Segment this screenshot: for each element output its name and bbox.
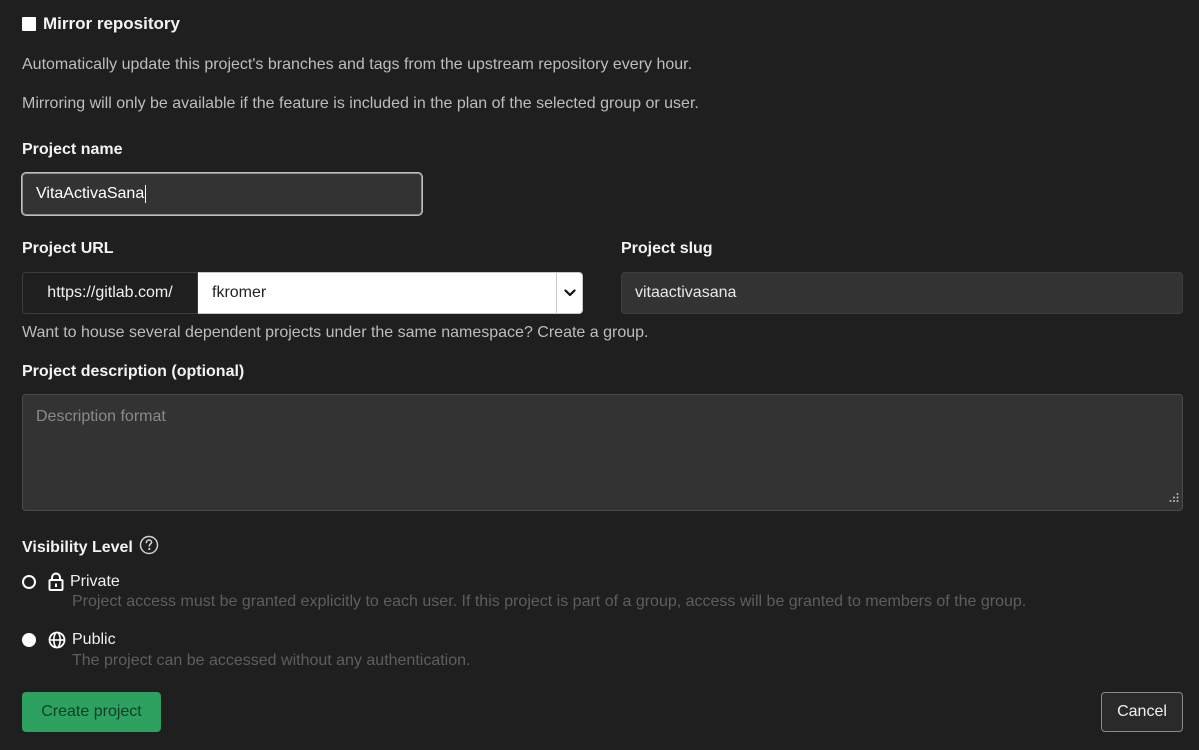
mirror-plan-note: Mirroring will only be available if the … xyxy=(22,95,699,112)
create-group-hint: Want to house several dependent projects… xyxy=(22,324,649,341)
chevron-down-icon[interactable] xyxy=(556,273,582,313)
project-name-label: Project name xyxy=(22,141,123,158)
visibility-option-public[interactable]: Public xyxy=(22,631,116,649)
mirror-help-text: Automatically update this project's bran… xyxy=(22,56,693,73)
project-slug-value: vitaactivasana xyxy=(635,284,737,301)
new-project-form: Mirror repository Automatically update t… xyxy=(0,0,1199,750)
create-project-button[interactable]: Create project xyxy=(22,692,161,732)
url-prefix: https://gitlab.com/ xyxy=(22,272,198,314)
private-radio[interactable] xyxy=(22,574,36,589)
description-placeholder: Description format xyxy=(36,408,166,425)
private-help-text: Project access must be granted explicitl… xyxy=(72,593,1027,610)
mirror-repository-row[interactable]: Mirror repository xyxy=(22,14,180,34)
project-url-group: https://gitlab.com/ fkromer xyxy=(22,272,583,314)
project-url-label: Project URL xyxy=(22,240,114,257)
mirror-repository-label: Mirror repository xyxy=(43,14,180,33)
private-label: Private xyxy=(70,572,120,590)
mirror-repository-checkbox[interactable] xyxy=(22,17,36,31)
globe-icon xyxy=(48,631,66,649)
cancel-button[interactable]: Cancel xyxy=(1101,692,1183,732)
public-help-text: The project can be accessed without any … xyxy=(72,652,471,669)
visibility-level-label: Visibility Level xyxy=(22,538,133,556)
public-label: Public xyxy=(72,631,116,648)
project-name-value: VitaActivaSana xyxy=(36,185,145,202)
text-caret xyxy=(145,185,147,203)
project-slug-input[interactable]: vitaactivasana xyxy=(621,272,1183,314)
visibility-level-heading: Visibility Level xyxy=(22,535,159,560)
public-radio[interactable] xyxy=(22,633,36,647)
resize-handle-icon[interactable] xyxy=(1169,489,1179,507)
namespace-value: fkromer xyxy=(212,284,267,301)
project-name-input[interactable]: VitaActivaSana xyxy=(22,173,422,215)
visibility-option-private[interactable]: Private xyxy=(22,572,120,591)
project-slug-label: Project slug xyxy=(621,240,713,257)
project-description-label: Project description (optional) xyxy=(22,363,245,380)
lock-icon xyxy=(48,572,64,591)
namespace-select[interactable]: fkromer xyxy=(198,272,583,314)
question-circle-icon[interactable] xyxy=(139,535,159,560)
project-description-textarea[interactable]: Description format xyxy=(22,394,1183,511)
